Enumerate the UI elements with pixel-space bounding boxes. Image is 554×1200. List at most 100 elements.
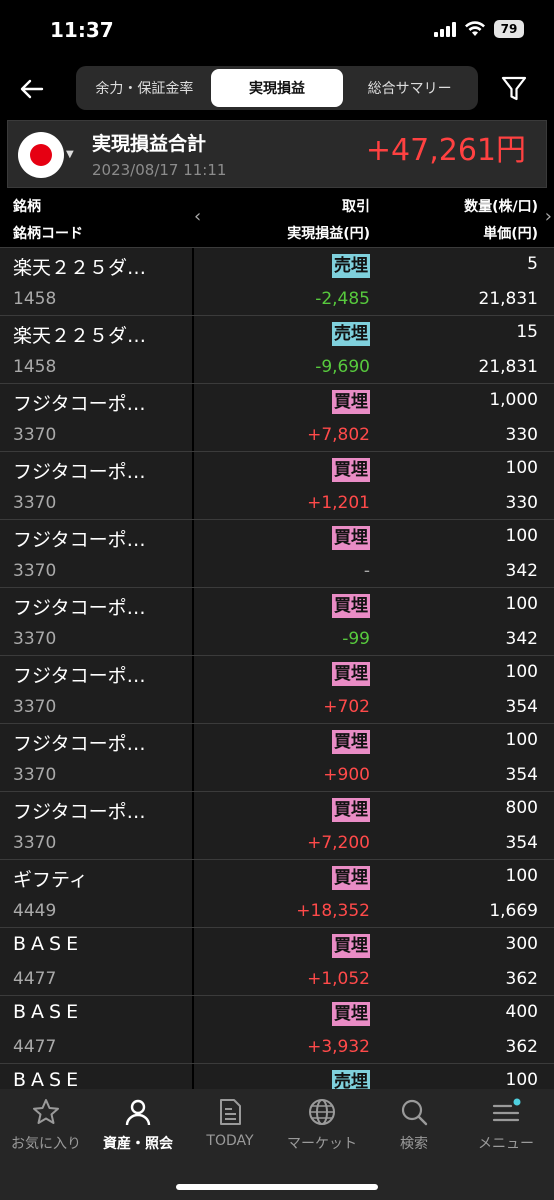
trade-badge: 買埋 xyxy=(332,934,370,958)
status-bar: 11:37 79 xyxy=(0,0,554,62)
table-row[interactable]: 楽天２２５ダ… 1458 売埋 -9,690 15 21,831 xyxy=(0,315,554,383)
row-code: 3370 xyxy=(13,765,57,785)
news-icon xyxy=(220,1099,241,1125)
row-qty: 100 xyxy=(505,730,538,750)
row-code: 3370 xyxy=(13,629,57,649)
row-pl: -2,485 xyxy=(315,289,370,309)
star-icon xyxy=(33,1099,59,1124)
bottom-nav-favorites[interactable]: お気に入り xyxy=(0,1097,92,1157)
row-price: 354 xyxy=(505,697,538,717)
row-qty: 1,000 xyxy=(489,390,538,410)
bottom-nav-search[interactable]: 検索 xyxy=(368,1097,460,1157)
table-row[interactable]: フジタコーポ… 3370 買埋 +1,201 100 330 xyxy=(0,451,554,519)
row-name: フジタコーポ… xyxy=(13,733,146,755)
table-row[interactable]: フジタコーポ… 3370 買埋 +7,802 1,000 330 xyxy=(0,383,554,451)
row-name: BASE xyxy=(13,933,84,955)
row-qty: 100 xyxy=(505,594,538,614)
row-qty: 800 xyxy=(505,798,538,818)
tab-summary[interactable]: 総合サマリー xyxy=(343,69,476,107)
row-pl: -99 xyxy=(342,629,370,649)
tab-margin-rate[interactable]: 余力・保証金率 xyxy=(78,69,211,107)
header-price: 単価(円) xyxy=(483,226,538,242)
tab-realized-pl[interactable]: 実現損益 xyxy=(210,69,344,107)
summary-date: 2023/08/17 11:11 xyxy=(92,161,227,179)
caret-down-icon[interactable]: ▼ xyxy=(66,149,74,160)
trade-badge: 買埋 xyxy=(332,730,370,754)
header-name: 銘柄 xyxy=(13,199,41,215)
japan-flag-icon[interactable] xyxy=(18,132,64,178)
row-code: 4477 xyxy=(13,969,57,989)
row-name: フジタコーポ… xyxy=(13,461,146,483)
cellular-signal-icon xyxy=(434,21,456,37)
status-icons: 79 xyxy=(434,20,524,38)
trade-badge: 買埋 xyxy=(332,526,370,550)
summary-amount: +47,261円 xyxy=(365,133,526,168)
bottom-nav-label: 検索 xyxy=(400,1136,428,1152)
table-row[interactable]: フジタコーポ… 3370 買埋 -99 100 342 xyxy=(0,587,554,655)
trade-badge: 買埋 xyxy=(332,390,370,414)
trade-badge: 売埋 xyxy=(332,1070,370,1089)
row-pl: -9,690 xyxy=(315,357,370,377)
row-code: 3370 xyxy=(13,561,57,581)
row-code: 3370 xyxy=(13,833,57,853)
row-code: 4477 xyxy=(13,1037,57,1057)
status-time: 11:37 xyxy=(50,18,114,42)
row-qty: 100 xyxy=(505,866,538,886)
row-price: 1,669 xyxy=(489,901,538,921)
realized-pl-summary: ▼ 実現損益合計 2023/08/17 11:11 +47,261円 xyxy=(7,120,547,188)
chevron-left-icon[interactable]: ‹ xyxy=(194,206,201,227)
table-row[interactable]: フジタコーポ… 3370 買埋 - 100 342 xyxy=(0,519,554,587)
nav-header: 余力・保証金率 実現損益 総合サマリー xyxy=(0,66,554,112)
chevron-right-icon[interactable]: › xyxy=(545,206,552,227)
row-price: 362 xyxy=(505,969,538,989)
row-code: 3370 xyxy=(13,697,57,717)
row-name: 楽天２２５ダ… xyxy=(13,257,147,279)
header-qty: 数量(株/口) xyxy=(464,199,538,215)
search-icon xyxy=(401,1099,428,1126)
row-name: 楽天２２５ダ… xyxy=(13,325,147,347)
table-row[interactable]: BASE 4477 買埋 +1,052 300 362 xyxy=(0,927,554,995)
row-qty: 100 xyxy=(505,526,538,546)
row-price: 21,831 xyxy=(478,357,538,377)
bottom-nav-label: TODAY xyxy=(206,1133,254,1149)
row-code: 3370 xyxy=(13,425,57,445)
bottom-nav-market[interactable]: マーケット xyxy=(276,1097,368,1157)
table-row[interactable]: フジタコーポ… 3370 買埋 +900 100 354 xyxy=(0,723,554,791)
bottom-nav-label: 資産・照会 xyxy=(103,1136,173,1152)
row-qty: 5 xyxy=(527,254,538,274)
header-code: 銘柄コード xyxy=(13,226,83,242)
bottom-nav-assets[interactable]: 資産・照会 xyxy=(92,1097,184,1157)
bottom-nav-today[interactable]: TODAY xyxy=(184,1097,276,1157)
row-price: 354 xyxy=(505,833,538,853)
table-row[interactable]: フジタコーポ… 3370 買埋 +7,200 800 354 xyxy=(0,791,554,859)
trade-badge: 買埋 xyxy=(332,458,370,482)
table-row[interactable]: BASE 売埋 100 xyxy=(0,1063,554,1089)
header-trade: 取引 xyxy=(342,199,370,215)
row-price: 362 xyxy=(505,1037,538,1057)
person-icon xyxy=(125,1099,151,1126)
filter-icon[interactable] xyxy=(500,74,528,104)
summary-title: 実現損益合計 xyxy=(92,133,207,155)
row-pl: +702 xyxy=(323,697,370,717)
row-qty: 15 xyxy=(516,322,538,342)
table-row[interactable]: フジタコーポ… 3370 買埋 +702 100 354 xyxy=(0,655,554,723)
back-arrow-icon[interactable] xyxy=(16,74,48,104)
bottom-nav-label: マーケット xyxy=(287,1136,357,1152)
row-code: 1458 xyxy=(13,289,57,309)
row-price: 342 xyxy=(505,629,538,649)
row-name: フジタコーポ… xyxy=(13,801,146,823)
table-row[interactable]: 楽天２２５ダ… 1458 売埋 -2,485 5 21,831 xyxy=(0,247,554,315)
menu-icon xyxy=(492,1098,521,1122)
row-code: 1458 xyxy=(13,357,57,377)
row-name: フジタコーポ… xyxy=(13,393,146,415)
row-code: 4449 xyxy=(13,901,57,921)
table-row[interactable]: BASE 4477 買埋 +3,932 400 362 xyxy=(0,995,554,1063)
row-code: 3370 xyxy=(13,493,57,513)
trade-badge: 買埋 xyxy=(332,1002,370,1026)
table-header: 銘柄 銘柄コード ‹ 取引 実現損益(円) 数量(株/口) 単価(円) › xyxy=(0,192,554,246)
trade-badge: 買埋 xyxy=(332,662,370,686)
table-row[interactable]: ギフティ 4449 買埋 +18,352 100 1,669 xyxy=(0,859,554,927)
row-name: フジタコーポ… xyxy=(13,529,146,551)
bottom-nav-menu[interactable]: メニュー xyxy=(460,1097,552,1157)
row-price: 330 xyxy=(505,493,538,513)
